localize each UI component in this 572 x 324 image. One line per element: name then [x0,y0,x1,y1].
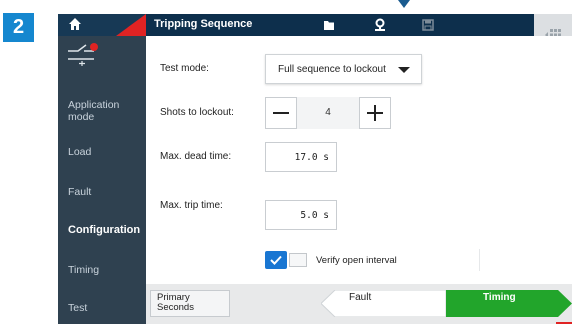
checkbox-box [289,253,307,267]
home-button[interactable] [58,14,146,36]
primary-seconds-button[interactable]: Primary Seconds [150,290,230,317]
increment-button[interactable] [359,97,391,129]
nav-back-label: Fault [349,292,372,303]
sidebar-item-test[interactable]: Test [68,302,87,314]
sidebar-item-application-mode[interactable]: Application mode [68,99,146,123]
test-mode-value: Full sequence to lockout [278,64,386,75]
test-mode-label: Test mode: [160,63,209,74]
max-dead-time-input[interactable]: 17.0 s [265,142,337,172]
step-badge: 2 [3,13,34,42]
main-panel: Test mode: Full sequence to lockout Shot… [146,36,572,284]
verify-open-interval-toggle[interactable] [265,251,309,269]
sidebar-item-configuration[interactable]: Configuration [68,224,140,236]
sidebar-item-load[interactable]: Load [68,146,91,158]
max-dead-time-value: 17.0 s [294,152,329,163]
sidebar: Application mode Load Fault Configuratio… [58,36,146,324]
max-trip-time-label: Max. trip time: [160,200,223,211]
red-corner-marker [116,14,146,36]
decrement-button[interactable] [265,97,297,129]
divider [479,249,480,271]
screen-title: Tripping Sequence [154,18,253,30]
home-icon [69,18,81,30]
sidebar-item-fault[interactable]: Fault [68,186,91,198]
pointer-arrow-icon [398,0,410,8]
test-mode-dropdown[interactable]: Full sequence to lockout [265,54,422,84]
shots-value: 4 [325,107,331,118]
device-screen: Tripping Sequence Application mode Load … [58,14,572,324]
checkmark-icon [270,255,282,265]
max-trip-time-input[interactable]: 5.0 s [265,200,337,230]
top-bar: Tripping Sequence [58,14,572,36]
checkbox-checked [265,251,287,269]
shots-to-lockout-label: Shots to lockout: [160,107,234,118]
verify-open-interval-label: Verify open interval [316,255,397,266]
minus-icon [273,111,289,115]
chevron-down-icon [398,67,410,73]
bottom-bar: Primary Seconds Fault Timing [146,284,572,324]
pin-icon[interactable] [373,18,387,32]
nav-back-button[interactable] [321,290,446,317]
folder-icon[interactable] [322,18,336,32]
save-icon[interactable] [421,18,435,32]
shots-stepper: 4 [265,97,391,129]
max-trip-time-value: 5.0 s [300,210,329,221]
nav-forward-label: Timing [483,292,516,303]
sidebar-item-timing[interactable]: Timing [68,264,99,276]
max-dead-time-label: Max. dead time: [160,151,232,162]
recloser-mode-icon [68,43,98,66]
